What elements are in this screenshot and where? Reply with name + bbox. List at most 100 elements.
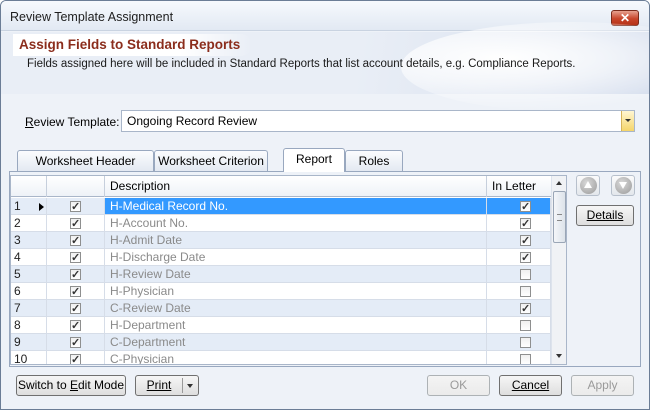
include-cell xyxy=(47,232,105,249)
tab-roles[interactable]: Roles xyxy=(345,150,403,172)
details-button[interactable]: Details xyxy=(576,205,634,226)
banner-title: Assign Fields to Standard Reports xyxy=(19,37,241,52)
move-down-button[interactable] xyxy=(611,175,635,196)
table-row[interactable]: 4 H-Discharge Date xyxy=(11,249,552,266)
include-checkbox[interactable] xyxy=(70,352,81,364)
report-fields-grid[interactable]: Description In Letter 1H-Medical Record … xyxy=(10,175,567,365)
in-letter-checkbox[interactable] xyxy=(520,301,531,317)
table-row[interactable]: 6 H-Physician xyxy=(11,283,552,300)
in-letter-cell xyxy=(487,198,551,215)
banner-description: Fields assigned here will be included in… xyxy=(27,58,576,70)
include-checkbox[interactable] xyxy=(70,250,81,266)
review-template-select[interactable]: Ongoing Record Review xyxy=(121,110,635,132)
tab-label: Report xyxy=(295,152,333,166)
table-row[interactable]: 5 H-Review Date xyxy=(11,266,552,283)
move-up-button[interactable] xyxy=(576,175,600,196)
review-template-label: Review Template: xyxy=(25,115,120,129)
table-row[interactable]: 8 H-Department xyxy=(11,317,552,334)
ok-button[interactable]: OK xyxy=(427,375,490,396)
description-cell[interactable]: H-Discharge Date xyxy=(105,249,487,266)
header-row-number xyxy=(11,176,47,197)
include-checkbox[interactable] xyxy=(70,284,81,300)
description-cell[interactable]: H-Review Date xyxy=(105,266,487,283)
include-checkbox[interactable] xyxy=(70,318,81,334)
in-letter-checkbox[interactable] xyxy=(520,216,531,232)
review-template-label-text: eview Template: xyxy=(33,115,120,129)
scroll-up-arrow-icon[interactable] xyxy=(552,176,567,191)
description-cell[interactable]: H-Department xyxy=(105,317,487,334)
tab-report[interactable]: Report xyxy=(283,148,345,172)
row-number: 10 xyxy=(11,351,47,364)
in-letter-checkbox[interactable] xyxy=(520,233,531,249)
table-row[interactable]: 9 C-Department xyxy=(11,334,552,351)
chevron-down-icon[interactable] xyxy=(183,376,198,395)
description-cell[interactable]: H-Physician xyxy=(105,283,487,300)
switch-to-edit-mode-button[interactable]: Switch to Edit Mode xyxy=(16,375,126,396)
include-checkbox[interactable] xyxy=(70,335,81,351)
table-row[interactable]: 2 H-Account No. xyxy=(11,215,552,232)
in-letter-checkbox[interactable] xyxy=(520,320,531,331)
chevron-down-icon[interactable] xyxy=(621,111,634,131)
scroll-thumb[interactable] xyxy=(553,191,566,243)
tab-worksheet-criterion[interactable]: Worksheet Criterion xyxy=(154,150,268,172)
print-button[interactable]: Print xyxy=(136,376,182,395)
apply-button[interactable]: Apply xyxy=(571,375,634,396)
row-number: 9 xyxy=(11,334,47,351)
in-letter-cell xyxy=(487,300,551,317)
in-letter-cell xyxy=(487,249,551,266)
table-row[interactable]: 10 C-Physician xyxy=(11,351,552,364)
include-checkbox[interactable] xyxy=(70,301,81,317)
print-split-button[interactable]: Print xyxy=(135,375,199,396)
description-cell[interactable]: C-Physician xyxy=(105,351,487,364)
tab-worksheet-header[interactable]: Worksheet Header xyxy=(17,150,154,172)
in-letter-checkbox[interactable] xyxy=(520,354,531,364)
header-include[interactable] xyxy=(47,176,105,197)
grid-header: Description In Letter xyxy=(11,176,552,197)
description-cell[interactable]: C-Department xyxy=(105,334,487,351)
description-cell[interactable]: H-Account No. xyxy=(105,215,487,232)
arrow-up-icon xyxy=(580,177,597,194)
include-cell xyxy=(47,317,105,334)
include-checkbox[interactable] xyxy=(70,267,81,283)
scroll-down-arrow-icon[interactable] xyxy=(552,349,567,364)
include-cell xyxy=(47,334,105,351)
in-letter-cell xyxy=(487,334,551,351)
row-number: 7 xyxy=(11,300,47,317)
grid-scrollbar[interactable] xyxy=(551,176,566,364)
in-letter-cell xyxy=(487,215,551,232)
description-cell[interactable]: H-Medical Record No. xyxy=(105,198,487,215)
table-row[interactable]: 1H-Medical Record No. xyxy=(11,198,552,215)
tab-label: Roles xyxy=(358,154,390,168)
current-row-indicator-icon xyxy=(39,203,44,211)
review-template-label-mnemonic: R xyxy=(25,115,34,129)
row-number: 4 xyxy=(11,249,47,266)
dialog-window: Review Template Assignment ✕ Assign Fiel… xyxy=(0,0,650,410)
header-in-letter[interactable]: In Letter xyxy=(487,176,552,197)
row-number: 8 xyxy=(11,317,47,334)
row-number: 3 xyxy=(11,232,47,249)
include-cell xyxy=(47,351,105,364)
banner-title-box: Assign Fields to Standard Reports xyxy=(13,34,253,56)
table-row[interactable]: 7 C-Review Date xyxy=(11,300,552,317)
tab-label: Worksheet Criterion xyxy=(158,154,264,168)
description-cell[interactable]: C-Review Date xyxy=(105,300,487,317)
include-checkbox[interactable] xyxy=(70,216,81,232)
tab-label: Worksheet Header xyxy=(35,154,136,168)
include-cell xyxy=(47,198,105,215)
cancel-button[interactable]: Cancel xyxy=(499,375,562,396)
description-cell[interactable]: H-Admit Date xyxy=(105,232,487,249)
in-letter-checkbox[interactable] xyxy=(520,269,531,280)
in-letter-checkbox[interactable] xyxy=(520,199,531,215)
include-checkbox[interactable] xyxy=(70,199,81,215)
in-letter-checkbox[interactable] xyxy=(520,337,531,348)
switch-label-pre: Switch to xyxy=(17,378,70,392)
include-checkbox[interactable] xyxy=(70,233,81,249)
include-cell xyxy=(47,215,105,232)
header-description[interactable]: Description xyxy=(105,176,487,197)
arrow-down-icon xyxy=(615,177,632,194)
in-letter-checkbox[interactable] xyxy=(520,250,531,266)
in-letter-checkbox[interactable] xyxy=(520,286,531,297)
print-label: Print xyxy=(146,378,172,392)
table-row[interactable]: 3 H-Admit Date xyxy=(11,232,552,249)
switch-label-post: dit Mode xyxy=(78,378,125,392)
